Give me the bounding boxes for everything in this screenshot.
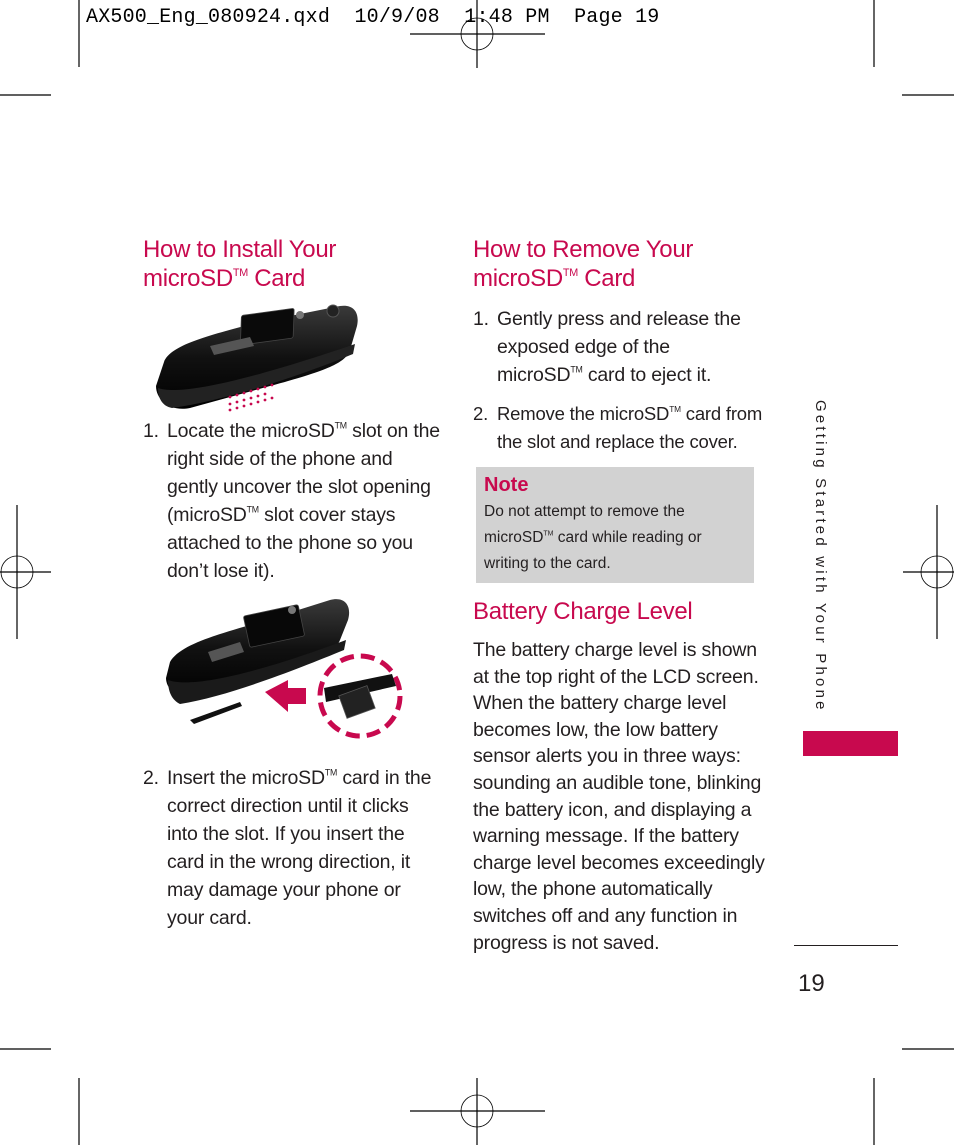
remove-step-2: 2. Remove the microSDTM card from the sl… (473, 403, 763, 452)
section-side-label: Getting Started with Your Phone (812, 400, 829, 713)
battery-heading: Battery Charge Level (473, 598, 693, 625)
note-title: Note (484, 474, 529, 496)
footer-rule (794, 945, 898, 946)
remove-heading-line1: How to Remove Your (473, 236, 694, 263)
install-step-2: 2. Insert the microSDTM card in the corr… (143, 767, 432, 929)
insert-arrow-icon (265, 680, 306, 712)
remove-heading-line2: microSDTM Card (473, 265, 636, 292)
file-slug: AX500_Eng_080924.qxd 10/9/08 1:48 PM Pag… (86, 6, 660, 29)
note-box: Note Do not attempt to remove the microS… (476, 467, 754, 583)
section-tab-marker (803, 731, 898, 756)
battery-body: The battery charge level is shown at the… (473, 639, 765, 954)
registration-mark-bottom (410, 1078, 545, 1145)
remove-heading: How to Remove Your microSDTM Card (473, 235, 773, 293)
phone-closed-image (156, 304, 358, 412)
trademark-symbol: TM (232, 266, 248, 279)
install-step-1: 1. Locate the microSDTM slot on the righ… (143, 420, 440, 582)
install-heading-line2: microSDTM Card (143, 265, 306, 292)
registration-mark-right (903, 505, 954, 639)
note-text: Do not attempt to remove the microSDTM c… (484, 503, 702, 572)
page-number: 19 (798, 970, 825, 997)
trademark-symbol: TM (562, 266, 578, 279)
slot-cover (190, 702, 242, 724)
install-heading-line1: How to Install Your (143, 236, 337, 263)
phone-insert-card-image (166, 599, 403, 739)
install-heading: How to Install Your microSDTM Card (143, 235, 443, 293)
registration-mark-left (0, 505, 51, 639)
remove-step-1: 1. Gently press and release the exposed … (473, 308, 741, 386)
